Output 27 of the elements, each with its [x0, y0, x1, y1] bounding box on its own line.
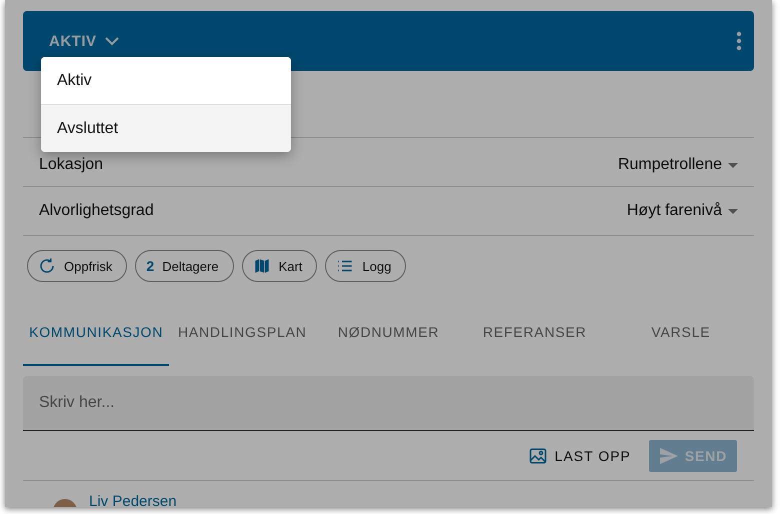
send-icon	[658, 447, 679, 465]
field-label: Alvorlighetsgrad	[39, 202, 154, 220]
dropdown-arrow-icon	[728, 162, 738, 168]
map-icon	[252, 257, 271, 275]
tab[interactable]: HANDLINGSPLAN	[169, 300, 316, 366]
field-label: Lokasjon	[39, 156, 104, 174]
chip[interactable]: Oppfrisk	[27, 250, 128, 282]
chip[interactable]: Logg	[325, 250, 406, 282]
dropdown-arrow-icon	[728, 208, 738, 214]
chip[interactable]: 2 Deltagere	[135, 250, 234, 282]
tab[interactable]: KOMMUNIKASJON	[23, 300, 170, 366]
chip[interactable]: Kart	[242, 250, 318, 282]
image-icon	[528, 447, 547, 465]
author-link[interactable]: Liv Pedersen	[89, 493, 177, 507]
tab[interactable]: VARSLE	[608, 300, 754, 366]
chevron-down-icon	[104, 36, 118, 46]
field-select[interactable]: Høyt farenivå	[626, 202, 738, 220]
more-icon[interactable]	[736, 31, 742, 51]
field-select[interactable]: Rumpetrollene	[618, 156, 738, 174]
upload-button[interactable]: LAST OPP	[522, 446, 637, 466]
tab[interactable]: NØDNUMMER	[315, 300, 462, 366]
tab[interactable]: REFERANSER	[462, 300, 608, 366]
message-field[interactable]: Skriv her...	[23, 376, 754, 431]
status-dropdown[interactable]: AKTIV	[49, 32, 118, 50]
menu-item[interactable]: Aktiv	[41, 57, 291, 104]
menu-item[interactable]: Avsluttet	[41, 104, 291, 152]
refresh-icon	[38, 257, 56, 275]
